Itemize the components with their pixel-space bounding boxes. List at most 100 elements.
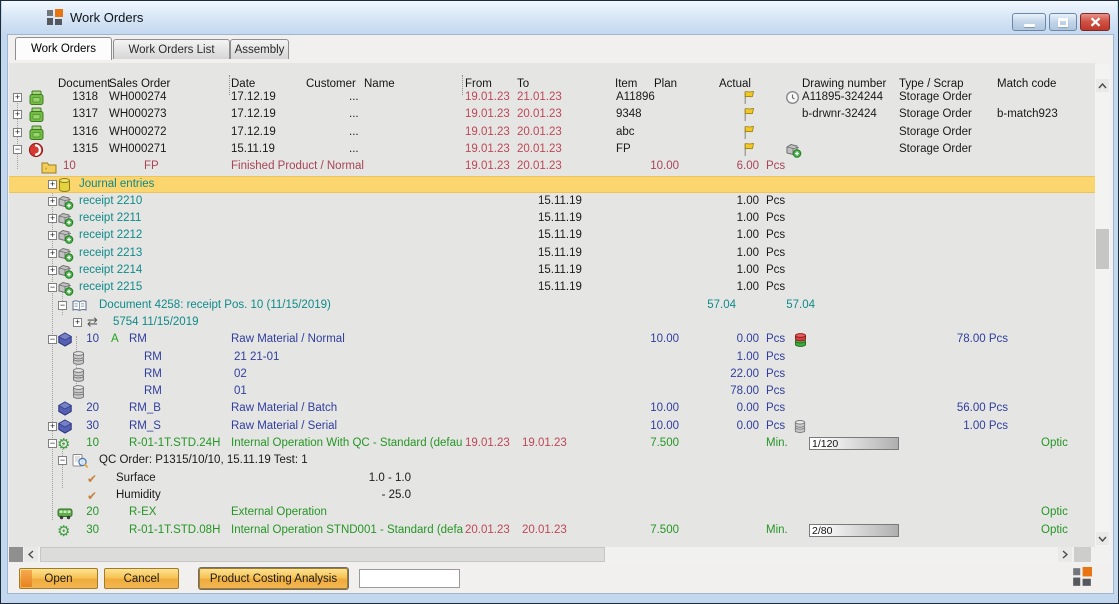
scroll-up-arrow-icon[interactable] [1096, 79, 1109, 92]
tree-expander[interactable]: + [48, 249, 57, 258]
tab-work-orders-list[interactable]: Work Orders List [113, 39, 230, 59]
warehouse-icon [71, 349, 86, 366]
cell-actual: 78.00 [669, 383, 759, 399]
tab-work-orders[interactable]: Work Orders [15, 37, 112, 60]
cell-rnum: 20 [9, 400, 99, 416]
scroll-down-arrow-icon[interactable] [1096, 532, 1109, 545]
cell-to: 20.01.23 [517, 124, 562, 140]
scroll-left-arrow-icon[interactable] [24, 547, 38, 562]
tree-expander[interactable]: − [58, 301, 67, 310]
cell-actual: 1.00 [669, 349, 759, 365]
tree-row-journal-entries[interactable]: +Journal entries [9, 176, 1095, 193]
cell-desc: Internal Operation With QC - Standard (d… [231, 435, 463, 451]
title-bar[interactable]: Work Orders [2, 1, 1117, 34]
vertical-scrollbar-track[interactable] [1095, 64, 1110, 547]
cell-customer: ... [349, 141, 359, 157]
maximize-button[interactable] [1049, 13, 1077, 31]
tree-row-receipt-2212[interactable]: +receipt 221215.11.191.00Pcs [9, 227, 1095, 244]
cell-child: receipt 2211 [79, 210, 141, 226]
cell-qcval: - 25.0 [321, 487, 411, 503]
tree-row-receipt-2214[interactable]: +receipt 221415.11.191.00Pcs [9, 262, 1095, 279]
tree-row-pos-10-fp[interactable]: 10FPFinished Product / Normal19.01.2320.… [9, 158, 1095, 175]
close-button[interactable] [1080, 13, 1110, 31]
tree-expander[interactable]: + [48, 231, 57, 240]
cell-customer: ... [349, 106, 359, 122]
open-button[interactable]: Open [19, 568, 98, 589]
cell-child: receipt 2213 [79, 245, 142, 261]
cell-unit: Pcs [766, 418, 785, 434]
tree-row-qc-order[interactable]: − QC Order: P1315/10/10, 15.11.19 Test: 1 [9, 452, 1095, 469]
cell-desc: Raw Material / Normal [231, 331, 463, 347]
tree-row-comp-20-rmb[interactable]: 20RM_BRaw Material / Batch10.000.00Pcs56… [9, 400, 1095, 417]
horizontal-scrollbar-thumb[interactable] [40, 547, 605, 562]
minimize-button[interactable] [1012, 13, 1046, 31]
cell-name: R-EX [129, 504, 156, 520]
tab-label: Work Orders List [128, 44, 214, 56]
cell-qcval: 1.0 - 1.0 [321, 470, 411, 486]
tree-row-wo-1316[interactable]: +1316WH00027217.12.19...19.01.2320.01.23… [9, 124, 1095, 141]
tree-row-receipt-2213[interactable]: +receipt 221315.11.191.00Pcs [9, 245, 1095, 262]
cell-child3: QC Order: P1315/10/10, 15.11.19 Test: 1 [99, 452, 308, 468]
cell-unit: Pcs [766, 366, 785, 382]
tree-row-je-5754[interactable]: +⇄5754 11/15/2019 [9, 314, 1095, 331]
tree-row-comp-10-rm[interactable]: −10ARMRaw Material / Normal10.000.00Pcs7… [9, 331, 1095, 348]
tree-row-wo-1315[interactable]: −1315WH00027115.11.19...19.01.2320.01.23… [9, 141, 1095, 158]
tree-row-doc-4258[interactable]: − Document 4258: receipt Pos. 10 (11/15/2… [9, 297, 1095, 314]
tree-row-rm-wh-21[interactable]: RM21 21-011.00Pcs [9, 349, 1095, 366]
vertical-scrollbar-thumb[interactable] [1096, 229, 1109, 269]
cell-to: 21.01.23 [517, 89, 562, 105]
tree-row-op-20-rex[interactable]: 20R-EXExternal OperationOptic [9, 504, 1095, 521]
cell-child: receipt 2214 [79, 262, 142, 278]
tree-expander[interactable]: + [48, 180, 57, 189]
scroll-right-arrow-icon[interactable] [1058, 547, 1072, 562]
tree-row-rm-wh-02[interactable]: RM0222.00Pcs [9, 366, 1095, 383]
tree-expander[interactable]: + [73, 318, 82, 327]
tree-expander[interactable]: + [48, 266, 57, 275]
splitter-grip[interactable] [9, 547, 23, 562]
receipt-icon [57, 210, 74, 227]
cell-opt: Optic [1041, 435, 1091, 451]
tab-assembly[interactable]: Assembly [230, 39, 289, 59]
cell-from: 19.01.23 [465, 141, 510, 157]
cell-avail: A [111, 331, 119, 347]
product-costing-analysis-button[interactable]: Product Costing Analysis [199, 568, 348, 589]
cell-actual: 0.00 [669, 331, 759, 347]
tree-row-qc-humidity[interactable]: ✔Humidity- 25.0 [9, 487, 1095, 504]
cell-to: 20.01.23 [517, 106, 562, 122]
cell-type: Storage Order [899, 89, 972, 105]
tree-row-comp-30-rms[interactable]: +30RM_SRaw Material / Serial10.000.00Pcs… [9, 418, 1095, 435]
tree-row-qc-surface[interactable]: ✔Surface1.0 - 1.0 [9, 470, 1095, 487]
tree-row-wo-1317[interactable]: +1317WH00027317.12.19...19.01.2320.01.23… [9, 106, 1095, 123]
cell-plan: 10.00 [589, 400, 679, 416]
cell-from: 19.01.23 [465, 89, 510, 105]
cell-sales: WH000271 [109, 141, 167, 157]
cell-name2: RM [144, 349, 162, 365]
tree-row-receipt-2215[interactable]: −receipt 221515.11.191.00Pcs [9, 279, 1095, 296]
stock-alert-icon [793, 331, 808, 348]
cell-desc2: 01 [234, 383, 247, 399]
tree-row-wo-1318[interactable]: +1318WH00027417.12.19...19.01.2321.01.23… [9, 89, 1095, 106]
tree-row-rm-wh-01[interactable]: RM0178.00Pcs [9, 383, 1095, 400]
tree-expander[interactable]: + [48, 214, 57, 223]
cell-item: 9348 [616, 106, 642, 122]
tree-row-op-10[interactable]: −⚙10R-01-1T.STD.24HInternal Operation Wi… [9, 435, 1095, 452]
tree-row-receipt-2210[interactable]: +receipt 221015.11.191.00Pcs [9, 193, 1095, 210]
cell-from: 19.01.23 [465, 158, 510, 174]
footer-text-input[interactable] [359, 569, 460, 588]
cell-customer: ... [349, 124, 359, 140]
cell-rdate: 15.11.19 [538, 245, 582, 261]
tree-expander[interactable]: + [48, 197, 57, 206]
cell-from: 19.01.23 [465, 106, 510, 122]
cell-actual: 0.00 [669, 418, 759, 434]
cell-name: RM_B [129, 400, 161, 416]
cell-name: RM_S [129, 418, 161, 434]
warehouse-icon [71, 366, 86, 383]
tree-row-receipt-2211[interactable]: +receipt 221115.11.191.00Pcs [9, 210, 1095, 227]
cell-child3: Document 4258: receipt Pos. 10 (11/15/20… [99, 297, 331, 313]
cancel-button[interactable]: Cancel [104, 568, 179, 589]
tree-row-op-30[interactable]: ⚙30R-01-1T.STD.08HInternal Operation STN… [9, 522, 1095, 539]
tree-expander[interactable]: − [48, 283, 57, 292]
tree-expander[interactable]: − [58, 456, 67, 465]
cell-desc: Internal Operation STND001 - Standard (d… [231, 522, 463, 538]
cell-unit: Pcs [766, 400, 785, 416]
